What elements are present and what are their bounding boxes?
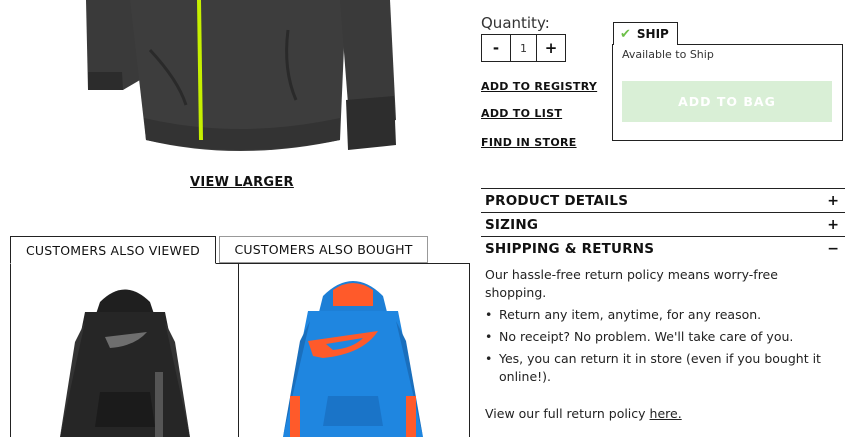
tab-customers-also-bought[interactable]: CUSTOMERS ALSO BOUGHT — [219, 236, 428, 263]
find-in-store-link[interactable]: FIND IN STORE — [481, 136, 577, 149]
check-icon: ✔ — [620, 26, 631, 42]
ship-tab[interactable]: ✔ SHIP — [613, 22, 678, 45]
shipping-returns-content: Our hassle-free return policy means worr… — [485, 266, 840, 390]
add-to-list-link[interactable]: ADD TO LIST — [481, 107, 562, 120]
divider — [238, 264, 239, 437]
returns-footer: View our full return policy here. — [485, 406, 682, 421]
expand-icon: + — [827, 216, 839, 233]
collapse-icon: − — [827, 240, 839, 257]
add-to-registry-link[interactable]: ADD TO REGISTRY — [481, 80, 597, 93]
quantity-input[interactable]: 1 — [510, 35, 537, 61]
returns-intro: Our hassle-free return policy means worr… — [485, 267, 778, 300]
tab-customers-also-viewed[interactable]: CUSTOMERS ALSO VIEWED — [10, 236, 216, 264]
accordion-title: SHIPPING & RETURNS — [485, 240, 655, 257]
ship-tab-label: SHIP — [636, 27, 669, 41]
list-item: Yes, you can return it in store (even if… — [485, 350, 840, 386]
list-item: Return any item, anytime, for any reason… — [485, 306, 840, 324]
product-thumbnail-blue-hoodie[interactable] — [278, 276, 428, 437]
quantity-stepper: - 1 + — [481, 34, 566, 62]
returns-list: Return any item, anytime, for any reason… — [485, 306, 840, 386]
accordion-shipping-returns[interactable]: SHIPPING & RETURNS − — [481, 236, 845, 260]
product-image[interactable] — [78, 0, 398, 160]
add-to-bag-button[interactable]: ADD TO BAG — [622, 81, 832, 122]
expand-icon: + — [827, 192, 839, 209]
accordion-sizing[interactable]: SIZING + — [481, 212, 845, 236]
returns-footer-text: View our full return policy — [485, 406, 650, 421]
list-item: No receipt? No problem. We'll take care … — [485, 328, 840, 346]
accordion-title: SIZING — [485, 216, 539, 233]
quantity-label: Quantity: — [481, 14, 550, 32]
ship-availability: Available to Ship — [622, 48, 714, 61]
return-policy-link[interactable]: here. — [650, 406, 682, 421]
accordion-title: PRODUCT DETAILS — [485, 192, 629, 209]
view-larger-link[interactable]: VIEW LARGER — [190, 175, 294, 190]
product-thumbnail-black-hoodie[interactable] — [55, 282, 195, 437]
accordion-product-details[interactable]: PRODUCT DETAILS + — [481, 188, 845, 212]
quantity-decrease-button[interactable]: - — [482, 35, 510, 61]
quantity-increase-button[interactable]: + — [537, 35, 565, 61]
